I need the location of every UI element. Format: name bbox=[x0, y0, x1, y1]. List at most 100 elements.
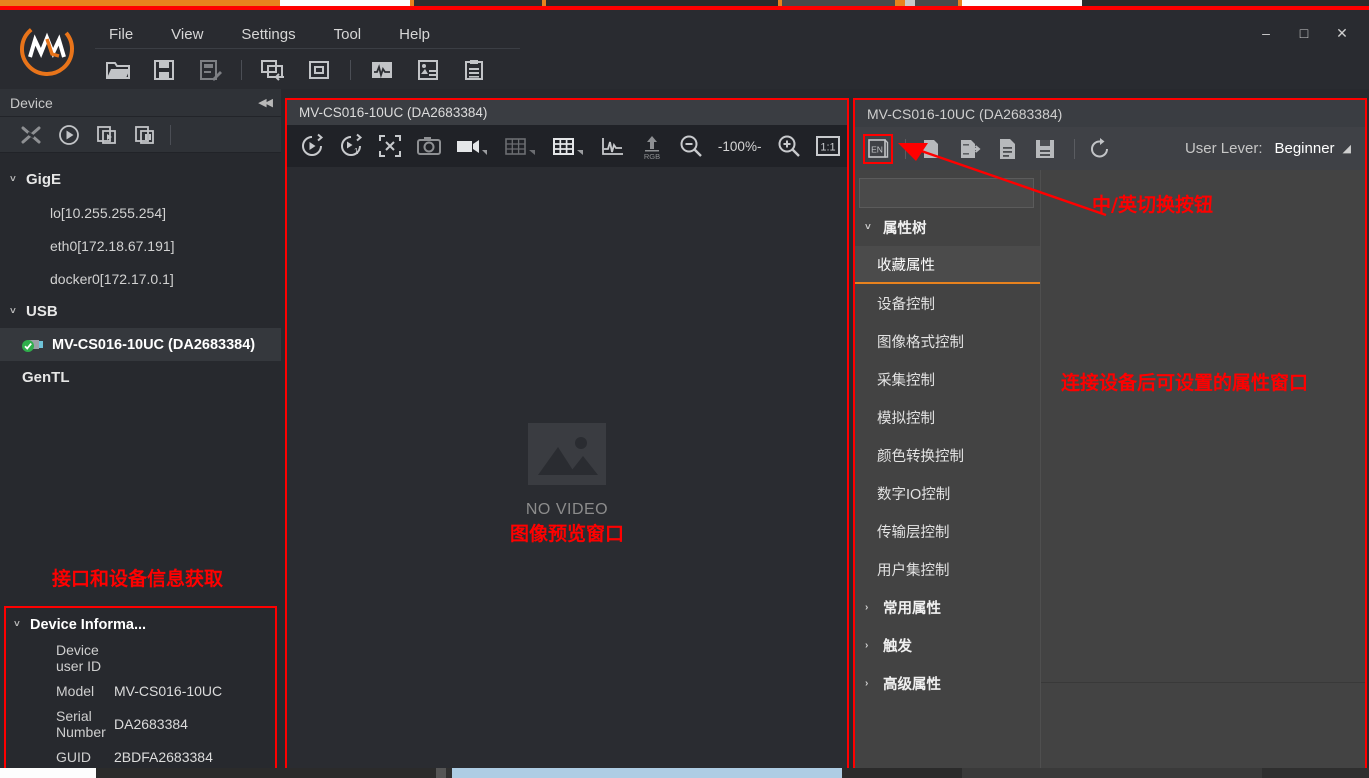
single-grab-icon[interactable]: 1 bbox=[332, 128, 371, 164]
snapshot-icon[interactable] bbox=[409, 128, 448, 164]
device-info-key: Device user ID bbox=[6, 642, 114, 674]
maximize-button[interactable]: □ bbox=[1285, 18, 1323, 48]
record-video-icon[interactable] bbox=[448, 128, 496, 164]
property-group-label: 高级属性 bbox=[883, 673, 941, 694]
toolbar-separator-2 bbox=[350, 60, 351, 80]
device-info-row: Model MV-CS016-10UC bbox=[6, 674, 275, 707]
device-information-header[interactable]: ˅ Device Informa... bbox=[6, 608, 275, 641]
property-body: ˅ 属性树 收藏属性 设备控制 图像格式控制 采集控制 模拟控制 颜色转换控制 … bbox=[855, 170, 1365, 776]
device-info-row: Serial Number DA2683384 bbox=[6, 707, 275, 740]
property-group-common[interactable]: › 常用属性 bbox=[855, 588, 1040, 626]
histogram-icon[interactable] bbox=[594, 128, 633, 164]
property-item-user-set-control[interactable]: 用户集控制 bbox=[855, 550, 1040, 588]
device-panel-title: Device bbox=[10, 95, 53, 111]
save-icon[interactable] bbox=[141, 54, 187, 86]
cross-grid-icon[interactable] bbox=[545, 128, 593, 164]
device-info-key: GUID bbox=[6, 749, 114, 765]
zoom-out-icon[interactable] bbox=[671, 128, 710, 164]
chevron-right-icon: › bbox=[865, 640, 883, 651]
user-lever-value: Beginner bbox=[1274, 140, 1334, 157]
preview-canvas[interactable]: 图像预览窗口 NO VIDEO bbox=[287, 167, 847, 774]
annotation-property-window: 连接设备后可设置的属性窗口 bbox=[1061, 368, 1308, 395]
title-bar: File View Settings Tool Help bbox=[0, 10, 1369, 89]
device-panel-toolbar bbox=[0, 117, 281, 153]
chevron-down-icon: ˅ bbox=[10, 174, 26, 185]
tree-group-usb-label: USB bbox=[26, 303, 58, 320]
device-toolbar-separator bbox=[170, 125, 171, 145]
waveform-icon[interactable] bbox=[359, 54, 405, 86]
zoom-level-label: -100%- bbox=[710, 139, 770, 154]
annotation-arrow bbox=[880, 135, 1110, 225]
property-group-label: 常用属性 bbox=[883, 597, 941, 618]
device-info-value: 2BDFA2683384 bbox=[114, 749, 213, 765]
property-panel-title: MV-CS016-10UC (DA2683384) bbox=[855, 100, 1365, 127]
device-information-panel: ˅ Device Informa... Device user ID Model… bbox=[4, 606, 277, 778]
window-controls: – □ ✕ bbox=[1247, 18, 1361, 48]
minimize-button[interactable]: – bbox=[1247, 18, 1285, 48]
close-button[interactable]: ✕ bbox=[1323, 18, 1361, 48]
mvs-logo bbox=[16, 18, 78, 80]
device-info-row: Device user ID bbox=[6, 641, 275, 674]
user-lever-label: User Lever: bbox=[1185, 140, 1263, 157]
tree-group-usb[interactable]: ˅ USB bbox=[0, 295, 281, 328]
tree-item-eth0[interactable]: eth0[172.18.67.191] bbox=[0, 229, 281, 262]
menu-view[interactable]: View bbox=[157, 22, 217, 47]
open-folder-icon[interactable] bbox=[95, 54, 141, 86]
zoom-in-icon[interactable] bbox=[769, 128, 808, 164]
menu-settings[interactable]: Settings bbox=[227, 22, 309, 47]
menu-file[interactable]: File bbox=[95, 22, 147, 47]
main-window: File View Settings Tool Help bbox=[0, 10, 1369, 778]
preview-toolbar: 1 bbox=[287, 125, 847, 167]
menu-tool[interactable]: Tool bbox=[320, 22, 376, 47]
property-item-digital-io-control[interactable]: 数字IO控制 bbox=[855, 474, 1040, 512]
log-list-icon[interactable] bbox=[451, 54, 497, 86]
collapse-panel-icon[interactable]: ◀◀ bbox=[258, 96, 271, 109]
property-item-favorites[interactable]: 收藏属性 bbox=[855, 246, 1040, 284]
tree-item-docker0[interactable]: docker0[172.17.0.1] bbox=[0, 262, 281, 295]
property-item-analog-control[interactable]: 模拟控制 bbox=[855, 398, 1040, 436]
no-video-placeholder: NO VIDEO bbox=[287, 423, 847, 519]
start-grab-icon[interactable] bbox=[88, 120, 126, 150]
actual-size-icon[interactable]: 1:1 bbox=[808, 128, 847, 164]
stop-grab-icon[interactable] bbox=[126, 120, 164, 150]
tree-item-lo[interactable]: lo[10.255.255.254] bbox=[0, 196, 281, 229]
menu-help[interactable]: Help bbox=[385, 22, 444, 47]
device-info-key: Model bbox=[6, 683, 114, 699]
start-all-icon[interactable] bbox=[50, 120, 88, 150]
background-window-strip bbox=[0, 0, 1369, 10]
image-export-icon[interactable] bbox=[405, 54, 451, 86]
refresh-devices-icon[interactable] bbox=[12, 120, 50, 150]
table-grid-dim-icon[interactable] bbox=[497, 128, 545, 164]
dropdown-arrow-icon[interactable]: ◢ bbox=[1343, 142, 1351, 155]
device-info-value: MV-CS016-10UC bbox=[114, 683, 222, 699]
chevron-down-icon: ˅ bbox=[14, 619, 30, 630]
property-item-image-format-control[interactable]: 图像格式控制 bbox=[855, 322, 1040, 360]
copy-device-icon[interactable] bbox=[250, 54, 296, 86]
property-group-trigger[interactable]: › 触发 bbox=[855, 626, 1040, 664]
rgb-upload-icon[interactable]: RGB bbox=[632, 128, 671, 164]
tree-group-gige[interactable]: ˅ GigE bbox=[0, 163, 281, 196]
annotation-device-info: 接口和设备信息获取 bbox=[52, 564, 223, 591]
tree-item-device-label: MV-CS016-10UC (DA2683384) bbox=[52, 337, 255, 353]
user-lever-control[interactable]: User Lever: Beginner ◢ bbox=[1185, 140, 1365, 157]
property-item-acquisition-control[interactable]: 采集控制 bbox=[855, 360, 1040, 398]
tree-group-gige-label: GigE bbox=[26, 171, 61, 188]
content-divider bbox=[1041, 682, 1365, 683]
property-item-color-transform-control[interactable]: 颜色转换控制 bbox=[855, 436, 1040, 474]
continuous-grab-icon[interactable] bbox=[293, 128, 332, 164]
main-toolbar bbox=[95, 53, 497, 87]
property-item-transport-layer-control[interactable]: 传输层控制 bbox=[855, 512, 1040, 550]
save-as-icon[interactable] bbox=[187, 54, 233, 86]
resize-window-icon[interactable] bbox=[296, 54, 342, 86]
chevron-right-icon: › bbox=[865, 678, 883, 689]
property-item-device-control[interactable]: 设备控制 bbox=[855, 284, 1040, 322]
property-content-area[interactable] bbox=[1041, 170, 1365, 776]
property-group-advanced[interactable]: › 高级属性 bbox=[855, 664, 1040, 702]
device-tree: ˅ GigE lo[10.255.255.254] eth0[172.18.67… bbox=[0, 153, 281, 394]
device-panel: Device ◀◀ ˅ bbox=[0, 89, 281, 778]
device-panel-header: Device ◀◀ bbox=[0, 89, 281, 117]
tree-item-device-mv-cs016[interactable]: MV-CS016-10UC (DA2683384) bbox=[0, 328, 281, 361]
chevron-right-icon: › bbox=[865, 602, 883, 613]
fit-window-icon[interactable] bbox=[371, 128, 410, 164]
tree-item-gentl[interactable]: GenTL bbox=[0, 361, 281, 394]
